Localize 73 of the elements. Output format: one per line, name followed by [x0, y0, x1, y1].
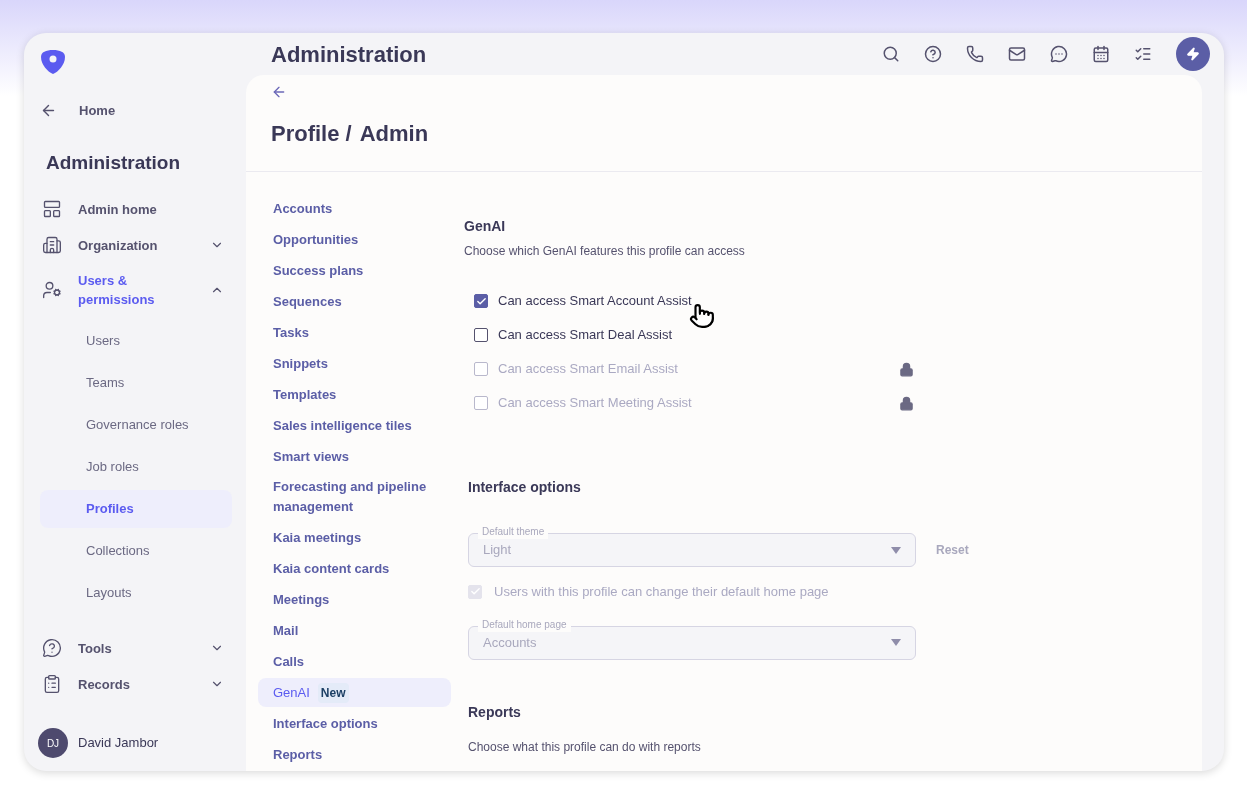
checkbox-label: Can access Smart Deal Assist [498, 326, 673, 345]
nav-subitem[interactable]: Teams [40, 364, 232, 402]
section-title: GenAI [464, 217, 507, 236]
subnav-item[interactable]: Reports [258, 740, 451, 769]
nav-subitem[interactable]: Users [40, 322, 232, 360]
home-link[interactable]: Home [40, 101, 232, 121]
dropdown-caret-icon [891, 546, 901, 554]
checkbox-label: Can access Smart Account Assist [498, 292, 692, 311]
nav-subitem[interactable]: Governance roles [40, 406, 232, 444]
field-value: Light [483, 541, 512, 560]
checkbox-label: Can access Smart Email Assist [498, 360, 678, 379]
section-description: Choose which GenAI features this profile can access [464, 243, 746, 260]
field-value: Accounts [483, 633, 537, 652]
checkbox[interactable] [474, 328, 488, 342]
checkbox[interactable] [474, 294, 488, 308]
phone-icon[interactable] [966, 45, 984, 63]
nav-subitem[interactable]: Job roles [40, 448, 232, 486]
subnav-item[interactable]: Smart views [258, 442, 451, 471]
subnav-item[interactable]: Kaia meetings [258, 523, 451, 552]
hand-cursor-icon [689, 303, 715, 329]
checklist-icon[interactable] [1134, 45, 1152, 63]
subnav-item[interactable]: Mail [258, 616, 451, 645]
layout-icon [42, 199, 62, 219]
document-icon [42, 674, 62, 694]
breadcrumb-item: Admin [359, 120, 429, 148]
section-description: Choose what this profile can do with reports [468, 738, 702, 756]
back-arrow-icon[interactable] [271, 84, 287, 100]
subnav-item[interactable]: Success plans [258, 256, 451, 285]
nav-subitem[interactable]: Profiles [40, 490, 232, 528]
chat-gear-icon [42, 638, 62, 658]
search-icon[interactable] [882, 45, 900, 63]
subnav-item[interactable]: Snippets [258, 349, 451, 378]
subnav-item[interactable]: Sales intelligence tiles [258, 411, 451, 440]
nav-item[interactable]: Users & permissions [40, 263, 232, 317]
nav-subitem[interactable]: Collections [40, 532, 232, 570]
subnav-item[interactable]: Tasks [258, 318, 451, 347]
user-gear-icon [42, 280, 62, 300]
breadcrumb-item[interactable]: Profile / [271, 117, 352, 150]
subnav-item[interactable]: Sequences [258, 287, 451, 316]
subnav-item[interactable]: Templates [258, 380, 451, 409]
dropdown-caret-icon [891, 639, 901, 646]
checkbox-label: Users with this profile can change their default home page [494, 583, 829, 601]
sidebar-title: Administration [46, 150, 182, 175]
nav-item[interactable]: Organization [40, 227, 232, 263]
nav-subitem[interactable]: Layouts [40, 574, 232, 612]
subnav-item[interactable]: GenAI New [258, 678, 451, 707]
subnav-item[interactable]: Kaia content cards [258, 554, 451, 583]
subnav-item[interactable]: Opportunities [258, 225, 451, 254]
subnav-item[interactable]: Interface options [258, 709, 451, 738]
nav-item[interactable]: Admin home [40, 191, 232, 227]
building-icon [42, 235, 62, 255]
nav-item[interactable]: Records [40, 666, 232, 702]
subnav-item[interactable]: Accounts [258, 194, 451, 223]
subnav-item[interactable]: Calls [258, 647, 451, 676]
new-badge: New [317, 682, 349, 703]
chat-icon[interactable] [1050, 45, 1068, 63]
nav-item[interactable]: Tools [40, 630, 232, 666]
field-label: Default theme [478, 525, 549, 539]
calendar-icon[interactable] [1092, 45, 1110, 63]
mail-icon[interactable] [1008, 45, 1026, 63]
section-title: Reports [468, 702, 522, 722]
logo-icon [40, 49, 66, 75]
field-label: Default home page [478, 617, 571, 632]
user-name: David Jambor [78, 734, 159, 753]
subnav-item[interactable]: Meetings [258, 585, 451, 614]
lightning-icon [1186, 47, 1200, 61]
quick-action-button[interactable] [1176, 37, 1210, 71]
subnav-item[interactable]: Forecasting and pipeline management [258, 473, 451, 521]
help-icon[interactable] [924, 45, 942, 63]
user-avatar[interactable]: DJ [38, 728, 68, 758]
page-header-title: Administration [271, 40, 427, 69]
section-title: Interface options [468, 478, 582, 497]
checkbox-label: Can access Smart Meeting Assist [498, 394, 692, 413]
